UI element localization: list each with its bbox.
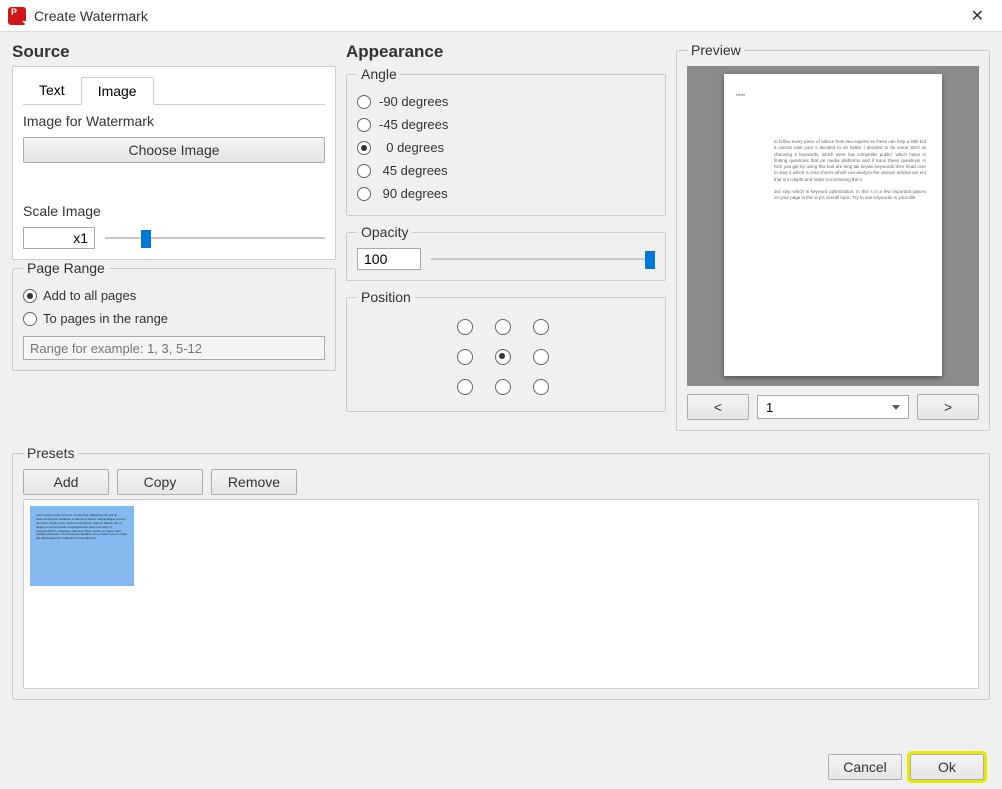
app-icon bbox=[8, 7, 26, 25]
tab-text[interactable]: Text bbox=[23, 77, 81, 104]
cancel-button[interactable]: Cancel bbox=[828, 754, 902, 780]
pos-bot-left[interactable] bbox=[457, 379, 473, 395]
opacity-group: Opacity bbox=[346, 224, 666, 281]
ok-button[interactable]: Ok bbox=[910, 754, 984, 780]
preview-page: Hello to follow every piece of advice fr… bbox=[724, 74, 942, 376]
title-bar: Create Watermark ✕ bbox=[0, 0, 1002, 32]
tab-image[interactable]: Image bbox=[81, 77, 154, 105]
choose-image-button[interactable]: Choose Image bbox=[23, 137, 325, 163]
scale-value-input[interactable] bbox=[23, 227, 95, 249]
preset-remove-button[interactable]: Remove bbox=[211, 469, 297, 495]
radio-angle-90[interactable]: 90 degrees bbox=[357, 182, 655, 205]
presets-legend: Presets bbox=[23, 445, 78, 461]
radio-dot-icon bbox=[357, 141, 371, 155]
radio-angle-0[interactable]: 0 degrees bbox=[357, 136, 655, 159]
scale-image-label: Scale Image bbox=[23, 203, 325, 219]
scale-slider[interactable] bbox=[105, 228, 325, 248]
preset-list[interactable]: Lorem ipsum dolor sit amet consectetur a… bbox=[23, 499, 979, 689]
radio-dot-icon bbox=[357, 118, 371, 132]
preview-next-button[interactable]: > bbox=[917, 394, 979, 420]
radio-page-range[interactable]: To pages in the range bbox=[23, 307, 325, 330]
radio-angle-neg45[interactable]: -45 degrees bbox=[357, 113, 655, 136]
preview-group: Preview Hello to follow every piece of a… bbox=[676, 42, 990, 431]
radio-page-range-label: To pages in the range bbox=[43, 311, 168, 326]
appearance-heading: Appearance bbox=[346, 42, 666, 62]
pos-bot-right[interactable] bbox=[533, 379, 549, 395]
preview-viewport: Hello to follow every piece of advice fr… bbox=[687, 66, 979, 386]
opacity-input[interactable] bbox=[357, 248, 421, 270]
radio-dot-icon bbox=[23, 289, 37, 303]
radio-dot-icon bbox=[357, 187, 371, 201]
presets-group: Presets Add Copy Remove Lorem ipsum dolo… bbox=[12, 445, 990, 700]
source-heading: Source bbox=[12, 42, 336, 62]
radio-dot-icon bbox=[357, 95, 371, 109]
close-button[interactable]: ✕ bbox=[961, 2, 994, 30]
pos-top-left[interactable] bbox=[457, 319, 473, 335]
radio-dot-icon bbox=[23, 312, 37, 326]
page-range-input[interactable] bbox=[23, 336, 325, 360]
pos-mid-center[interactable] bbox=[495, 349, 511, 365]
pos-mid-right[interactable] bbox=[533, 349, 549, 365]
preset-copy-button[interactable]: Copy bbox=[117, 469, 203, 495]
window-title: Create Watermark bbox=[34, 8, 961, 24]
position-group: Position bbox=[346, 289, 666, 412]
page-range-group: Page Range Add to all pages To pages in … bbox=[12, 260, 336, 371]
source-panel: Text Image Image for Watermark Choose Im… bbox=[12, 66, 336, 260]
opacity-legend: Opacity bbox=[357, 224, 412, 240]
image-for-watermark-label: Image for Watermark bbox=[23, 113, 325, 129]
chevron-down-icon bbox=[892, 405, 900, 410]
radio-dot-icon bbox=[357, 164, 371, 178]
radio-all-pages[interactable]: Add to all pages bbox=[23, 284, 325, 307]
pos-mid-left[interactable] bbox=[457, 349, 473, 365]
preset-add-button[interactable]: Add bbox=[23, 469, 109, 495]
pos-top-right[interactable] bbox=[533, 319, 549, 335]
preview-prev-button[interactable]: < bbox=[687, 394, 749, 420]
angle-legend: Angle bbox=[357, 66, 401, 82]
preview-page-select[interactable]: 1 bbox=[757, 395, 909, 419]
dialog-footer: Cancel Ok bbox=[0, 745, 1002, 789]
preset-item[interactable]: Lorem ipsum dolor sit amet consectetur a… bbox=[30, 506, 134, 586]
radio-angle-45[interactable]: 45 degrees bbox=[357, 159, 655, 182]
radio-angle-neg90[interactable]: -90 degrees bbox=[357, 90, 655, 113]
opacity-slider[interactable] bbox=[431, 249, 655, 269]
position-legend: Position bbox=[357, 289, 415, 305]
radio-all-pages-label: Add to all pages bbox=[43, 288, 136, 303]
angle-group: Angle -90 degrees -45 degrees 0 degrees … bbox=[346, 66, 666, 216]
pos-bot-center[interactable] bbox=[495, 379, 511, 395]
preview-page-number: 1 bbox=[766, 400, 773, 415]
source-tabs: Text Image bbox=[23, 77, 325, 105]
preview-legend: Preview bbox=[687, 42, 745, 58]
page-range-legend: Page Range bbox=[23, 260, 109, 276]
pos-top-center[interactable] bbox=[495, 319, 511, 335]
